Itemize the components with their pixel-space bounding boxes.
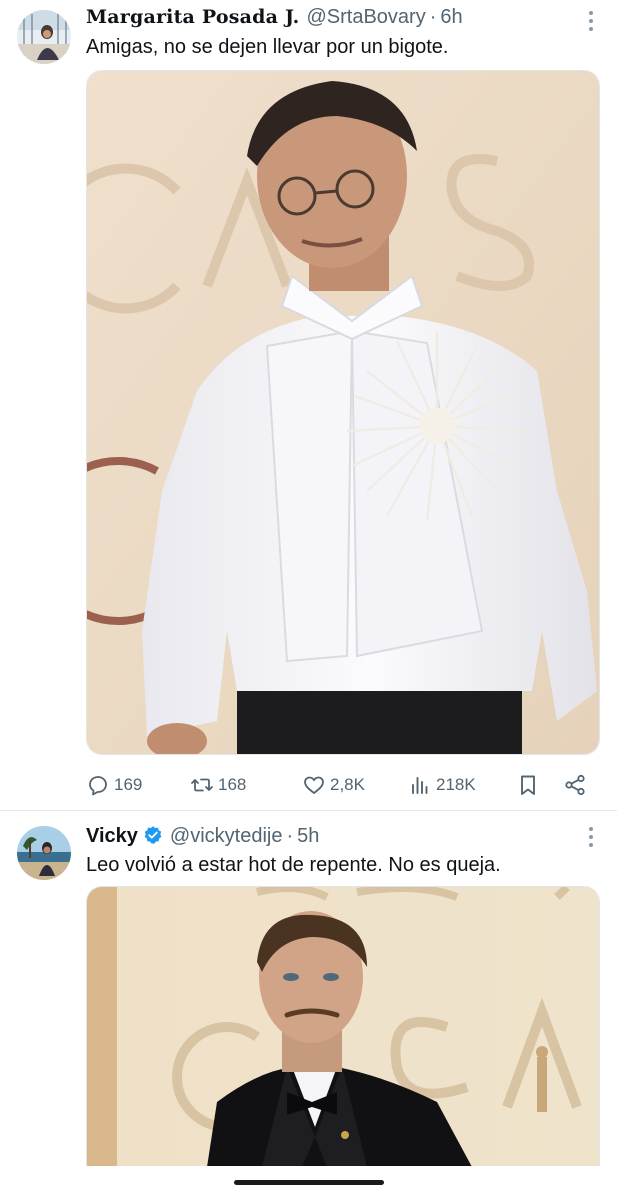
- like-icon: [304, 776, 324, 794]
- verified-badge-icon: [144, 826, 162, 844]
- tweet[interactable]: Margarita Posada J. @SrtaBovary · 6h Ami…: [0, 0, 617, 810]
- views-icon: [412, 777, 428, 794]
- like-button[interactable]: 2,8K: [302, 770, 365, 800]
- bookmark-icon: [521, 775, 535, 795]
- timestamp[interactable]: 5h: [297, 825, 319, 848]
- share-icon: [565, 774, 585, 796]
- avatar[interactable]: [17, 10, 71, 64]
- retweet-button[interactable]: 168: [190, 770, 246, 800]
- photo-image: [87, 887, 599, 1166]
- tweet-divider: [0, 810, 617, 811]
- avatar[interactable]: [17, 826, 71, 880]
- home-indicator[interactable]: [234, 1180, 384, 1185]
- share-button[interactable]: [563, 770, 587, 800]
- avatar-image: [17, 10, 71, 64]
- reply-count: 169: [114, 775, 143, 794]
- photo-image: [87, 71, 599, 754]
- tweet-actions: 169 168 2,8K 218K: [86, 770, 600, 800]
- tweet-header: Vicky @vickytedije · 5h: [86, 822, 557, 848]
- user-handle[interactable]: @SrtaBovary: [306, 6, 425, 29]
- view-count: 218K: [436, 775, 476, 794]
- reply-button[interactable]: 169: [86, 770, 142, 800]
- tweet-photo[interactable]: [86, 70, 600, 755]
- separator-dot: ·: [286, 825, 294, 847]
- like-count: 2,8K: [330, 775, 365, 794]
- retweet-icon: [191, 778, 213, 792]
- user-handle[interactable]: @vickytedije: [170, 825, 283, 848]
- tweet-text: Leo volvió a estar hot de repente. No es…: [86, 854, 501, 876]
- timestamp[interactable]: 6h: [440, 6, 462, 29]
- display-name[interactable]: Margarita Posada J.: [86, 6, 299, 28]
- tweet-header: Margarita Posada J. @SrtaBovary · 6h: [86, 6, 557, 29]
- display-name[interactable]: Vicky: [86, 825, 138, 848]
- views-button[interactable]: 218K: [408, 770, 476, 800]
- more-icon[interactable]: [587, 10, 595, 32]
- tweet-text: Amigas, no se dejen llevar por un bigote…: [86, 36, 449, 58]
- avatar-image: [17, 826, 71, 880]
- tweet[interactable]: Vicky @vickytedije · 5h Leo volvió a est…: [0, 812, 617, 1200]
- reply-icon: [89, 776, 107, 796]
- more-icon[interactable]: [587, 826, 595, 848]
- separator-dot: ·: [429, 6, 437, 28]
- retweet-count: 168: [218, 775, 247, 794]
- bookmark-button[interactable]: [516, 770, 540, 800]
- tweet-photo[interactable]: [86, 886, 600, 1166]
